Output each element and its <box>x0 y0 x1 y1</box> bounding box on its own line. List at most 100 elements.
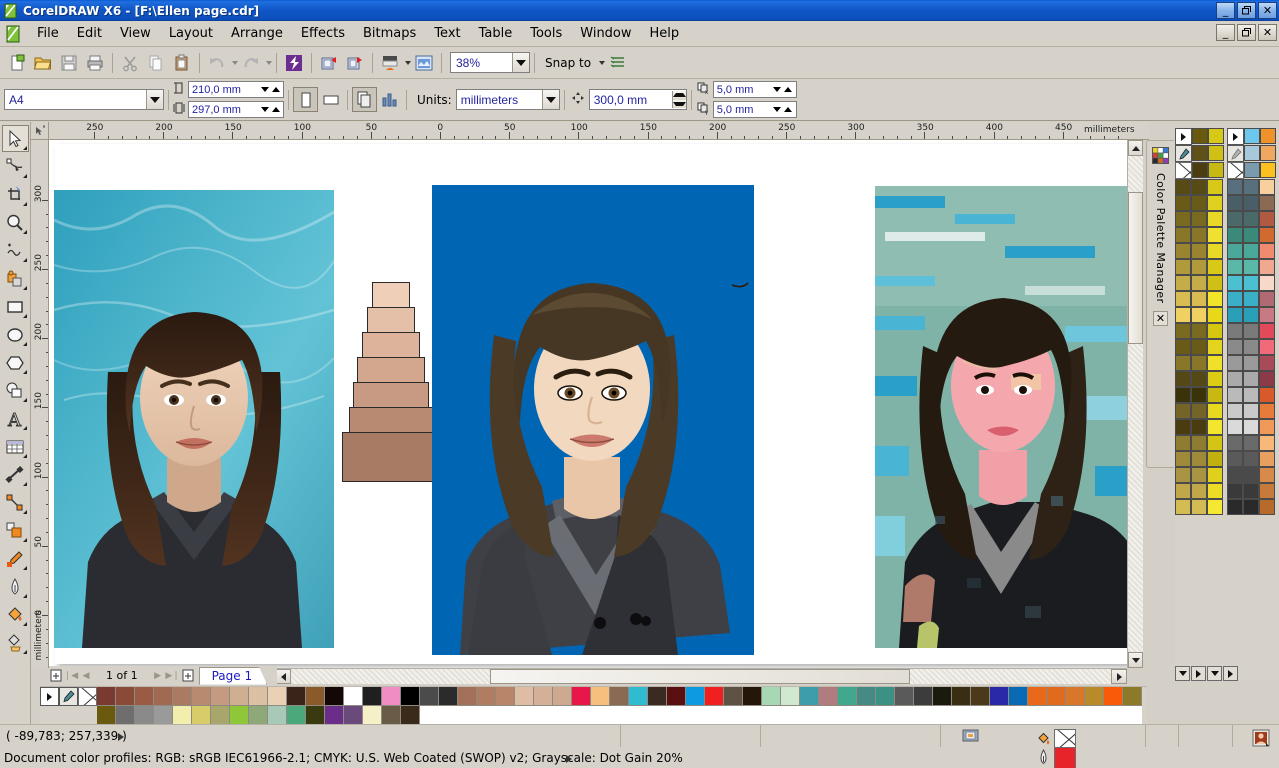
palette-a-swatch[interactable] <box>1192 145 1208 161</box>
document-palette-swatch[interactable] <box>895 687 914 706</box>
document-palette-swatch[interactable] <box>572 687 591 706</box>
menu-edit[interactable]: Edit <box>68 23 111 44</box>
palette-a-swatch[interactable] <box>1207 307 1223 323</box>
palette-a-swatch[interactable] <box>1191 387 1207 403</box>
document-palette-swatch[interactable] <box>192 687 211 706</box>
document-palette-swatch[interactable] <box>534 687 553 706</box>
palette-b-swatch[interactable] <box>1227 387 1243 403</box>
export-button[interactable] <box>342 50 368 76</box>
skin-step-swatch[interactable] <box>372 282 410 308</box>
document-palette-swatch[interactable] <box>344 706 363 725</box>
color-eyedropper-tool[interactable] <box>2 545 29 572</box>
palette-b-swatch[interactable] <box>1259 195 1275 211</box>
palette-b-swatch[interactable] <box>1243 339 1259 355</box>
ellen-posterized-bitmap[interactable] <box>875 186 1129 648</box>
palette-b-swatch[interactable] <box>1259 227 1275 243</box>
palette-b-swatch[interactable] <box>1227 243 1243 259</box>
palette-b-swatch[interactable] <box>1227 291 1243 307</box>
document-palette-swatch[interactable] <box>439 687 458 706</box>
document-palette-swatch[interactable] <box>173 706 192 725</box>
palette-b-swatch[interactable] <box>1227 259 1243 275</box>
palette-a-swatch[interactable] <box>1207 227 1223 243</box>
open-document-button[interactable] <box>30 50 56 76</box>
palette-b-swatch[interactable] <box>1259 451 1275 467</box>
document-palette-swatch[interactable] <box>1009 687 1028 706</box>
palette-b-swatch[interactable] <box>1244 162 1260 178</box>
palette-a-swatch[interactable] <box>1175 307 1191 323</box>
document-palette-swatch[interactable] <box>382 706 401 725</box>
palette-a-swatch[interactable] <box>1207 355 1223 371</box>
palette-a-swatch[interactable] <box>1175 339 1191 355</box>
document-palette-swatch[interactable] <box>1047 687 1066 706</box>
document-palette-swatch[interactable] <box>173 687 192 706</box>
palette-a-scroll-up[interactable] <box>1175 128 1192 145</box>
menu-bitmaps[interactable]: Bitmaps <box>354 23 425 44</box>
palette-a-swatch[interactable] <box>1207 483 1223 499</box>
smart-fill-tool[interactable] <box>2 265 29 292</box>
document-restore-button[interactable] <box>1237 24 1256 41</box>
palette-b-swatch[interactable] <box>1243 307 1259 323</box>
palette-a-swatch[interactable] <box>1175 419 1191 435</box>
palette-b-swatch[interactable] <box>1243 323 1259 339</box>
document-palette-swatch[interactable] <box>724 687 743 706</box>
palette-a-swatch[interactable] <box>1207 499 1223 515</box>
palette-a-swatch[interactable] <box>1207 323 1223 339</box>
document-palette-swatch[interactable] <box>952 687 971 706</box>
new-document-button[interactable] <box>4 50 30 76</box>
nudge-offset-field[interactable]: 300,0 mm <box>589 89 687 110</box>
palette-b-swatch[interactable] <box>1243 371 1259 387</box>
maximize-button[interactable] <box>1237 2 1256 19</box>
palette-b-swatch[interactable] <box>1243 419 1259 435</box>
duplicate-offset-y-field[interactable]: 5,0 mm <box>713 101 797 118</box>
palette-a-swatch[interactable] <box>1191 227 1207 243</box>
document-palette-swatch[interactable] <box>667 687 686 706</box>
palette-b-swatch[interactable] <box>1260 145 1276 161</box>
undo-button[interactable] <box>204 50 230 76</box>
document-palette-swatch[interactable] <box>287 706 306 725</box>
skin-step-swatch[interactable] <box>349 407 433 433</box>
palette-a-swatch[interactable] <box>1191 259 1207 275</box>
blend-tool[interactable] <box>2 517 29 544</box>
palette-a-swatch[interactable] <box>1191 307 1207 323</box>
menu-table[interactable]: Table <box>470 23 522 44</box>
menu-tools[interactable]: Tools <box>521 23 571 44</box>
palette-b-swatch[interactable] <box>1227 483 1243 499</box>
palette-a-swatch[interactable] <box>1207 195 1223 211</box>
document-palette-swatch[interactable] <box>1104 687 1123 706</box>
document-palette-swatch[interactable] <box>306 687 325 706</box>
document-palette-swatch[interactable] <box>933 687 952 706</box>
duplicate-offset-y-spinner[interactable] <box>770 102 796 117</box>
palette-a-swatch[interactable] <box>1191 451 1207 467</box>
palette-b-swatch[interactable] <box>1259 243 1275 259</box>
menu-layout[interactable]: Layout <box>160 23 222 44</box>
palette-b-swatch[interactable] <box>1243 467 1259 483</box>
palette-b-swatch[interactable] <box>1227 323 1243 339</box>
palette-a-swatch[interactable] <box>1191 179 1207 195</box>
document-palette-swatch[interactable] <box>819 687 838 706</box>
palette-a-swatch[interactable] <box>1175 195 1191 211</box>
palette-b-swatch[interactable] <box>1259 387 1275 403</box>
docpal-scroll-button[interactable] <box>40 687 59 706</box>
palette-a-eyedropper[interactable] <box>1175 145 1192 162</box>
parallel-dimension-tool[interactable] <box>2 461 29 488</box>
document-palette-swatch[interactable] <box>325 706 344 725</box>
ellipse-tool[interactable] <box>2 321 29 348</box>
vertical-scroll-thumb[interactable] <box>1128 192 1143 344</box>
palette-b-scroll-up[interactable] <box>1227 128 1244 145</box>
crop-tool[interactable] <box>2 181 29 208</box>
coordinates-expand-arrow[interactable] <box>112 731 124 743</box>
palette-b-swatch[interactable] <box>1259 499 1275 515</box>
palette-a-swatch[interactable] <box>1207 467 1223 483</box>
menu-file[interactable]: File <box>28 23 68 44</box>
skin-tone-step-stack[interactable] <box>345 282 437 482</box>
document-palette-swatch[interactable] <box>1066 687 1085 706</box>
document-palette-swatch[interactable] <box>401 687 420 706</box>
first-page-button[interactable]: ❘◀ <box>64 668 78 683</box>
palette-b-swatch[interactable] <box>1243 259 1259 275</box>
skin-step-swatch[interactable] <box>357 357 425 383</box>
palette-scroll-down-b[interactable] <box>1207 666 1222 681</box>
current-page-button[interactable] <box>377 87 402 112</box>
drawing-canvas[interactable] <box>49 140 1133 668</box>
document-palette-swatch[interactable] <box>287 687 306 706</box>
document-palette-swatch[interactable] <box>268 687 287 706</box>
